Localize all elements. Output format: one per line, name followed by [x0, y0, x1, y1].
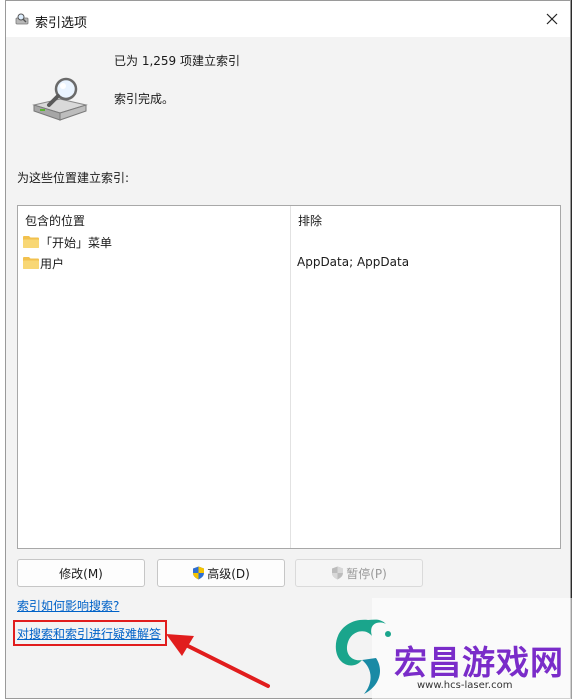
column-header-included[interactable]: 包含的位置: [25, 212, 85, 229]
indexing-options-dialog: 索引选项 已为 1,259 项建立索引 索引完成。 为这些位置建立索引: 包含的…: [5, 0, 571, 699]
window-title: 索引选项: [35, 16, 88, 31]
list-item[interactable]: 用户 AppData; AppData: [18, 253, 560, 273]
watermark-site-url: www.hcs-laser.com: [417, 680, 513, 691]
pause-button-label: 暂停(P): [346, 566, 387, 581]
advanced-button[interactable]: 高级(D): [157, 559, 285, 587]
advanced-button-label: 高级(D): [207, 566, 250, 581]
folder-icon: [23, 257, 39, 269]
uac-shield-icon: [332, 566, 344, 580]
indexed-locations-list[interactable]: 包含的位置 排除 「开始」菜单 用户 AppData; AppData: [17, 205, 561, 549]
indexing-options-icon: [15, 13, 29, 25]
watermark-logo-icon: [335, 619, 391, 694]
indexing-status-text: 索引完成。: [114, 92, 175, 106]
watermark-site-name: 宏昌游戏网: [394, 643, 564, 682]
background-window-edge-right: [572, 0, 578, 699]
pause-button[interactable]: 暂停(P): [295, 559, 423, 587]
locations-label: 为这些位置建立索引:: [17, 171, 130, 185]
annotation-arrow-icon: [166, 634, 270, 688]
title-bar: 索引选项: [6, 1, 570, 37]
indexing-drive-icon: [32, 77, 88, 121]
modify-button-label: 修改(M): [59, 566, 103, 581]
location-exclusions: AppData; AppData: [297, 255, 410, 269]
column-header-excluded[interactable]: 排除: [298, 212, 322, 229]
list-item[interactable]: 「开始」菜单: [18, 232, 560, 252]
location-name: 「开始」菜单: [40, 236, 113, 250]
folder-icon: [23, 236, 39, 248]
close-button[interactable]: [534, 1, 570, 37]
close-icon: [546, 13, 558, 25]
location-name: 用户: [40, 257, 65, 271]
uac-shield-icon: [193, 566, 205, 580]
troubleshoot-search-indexing-link[interactable]: 对搜索和索引进行疑难解答: [17, 625, 161, 642]
indexed-count-text: 已为 1,259 项建立索引: [114, 54, 240, 68]
how-indexing-affects-search-link[interactable]: 索引如何影响搜索?: [17, 597, 119, 614]
modify-button[interactable]: 修改(M): [17, 559, 145, 587]
